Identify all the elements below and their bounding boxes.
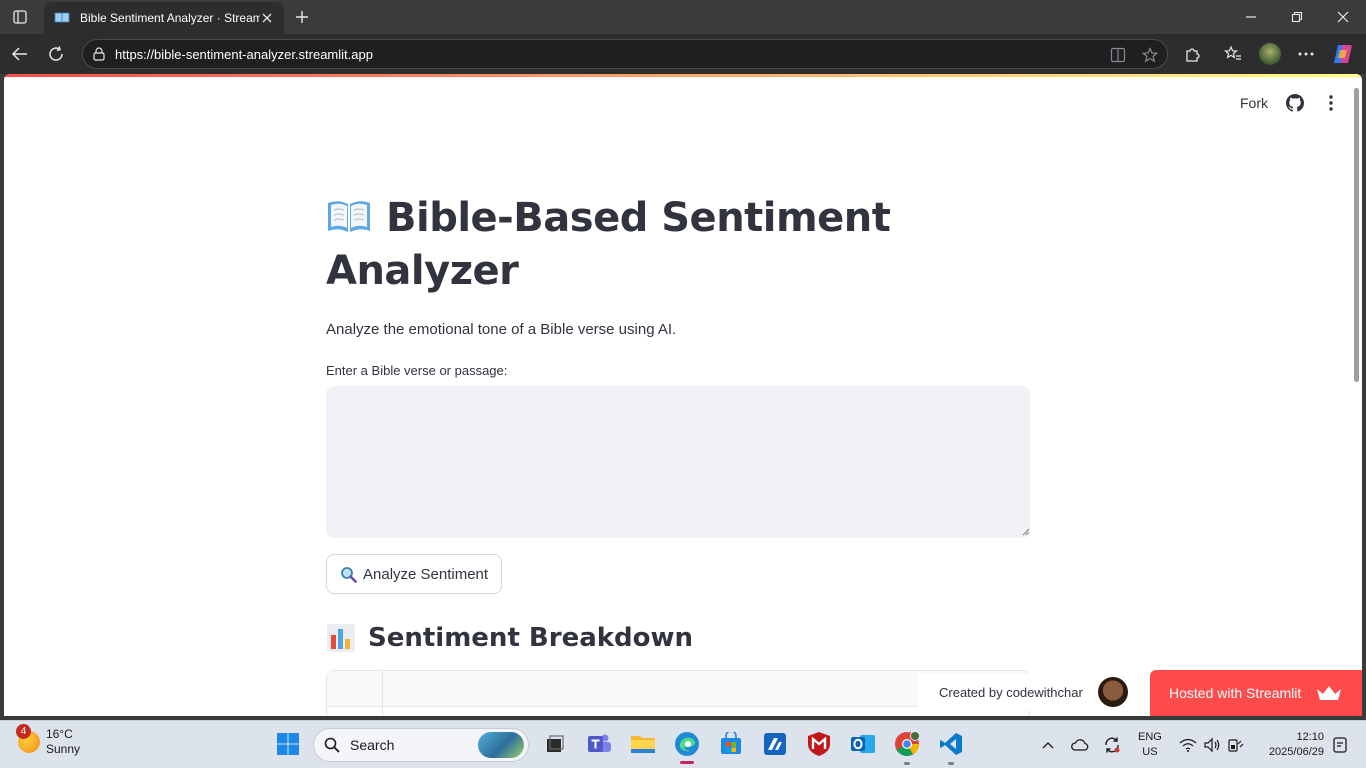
vscode-running-indicator — [948, 762, 954, 765]
address-bar[interactable]: https://bible-sentiment-analyzer.streaml… — [82, 39, 1168, 69]
clock-date: 2025/06/29 — [1268, 746, 1324, 758]
taskbar: 4 16°C Sunny Search ENG US 12:10 2025/06… — [0, 720, 1366, 768]
extensions-icon[interactable] — [1182, 43, 1204, 65]
sentiment-breakdown-title: Sentiment Breakdown — [368, 623, 694, 653]
weather-text: 16°C Sunny — [46, 727, 80, 757]
close-icon[interactable] — [259, 10, 275, 26]
analyze-sentiment-button[interactable]: Analyze Sentiment — [326, 554, 503, 594]
page-title-text: Bible-Based Sentiment Analyzer — [326, 195, 891, 294]
streamlit-crown-icon — [1317, 686, 1341, 700]
task-view-icon[interactable] — [540, 730, 568, 758]
sentiment-table-index-divider — [382, 671, 383, 716]
volume-icon[interactable] — [1202, 735, 1222, 755]
site-info-icon[interactable] — [91, 46, 107, 62]
windows-start-icon[interactable] — [274, 730, 302, 758]
main-content: Bible-Based Sentiment Analyzer Analyze t… — [326, 192, 1032, 716]
browser-navbar: https://bible-sentiment-analyzer.streaml… — [0, 34, 1366, 74]
new-tab-icon[interactable] — [292, 7, 312, 27]
browser-tab[interactable]: Bible Sentiment Analyzer · Streamlit — [44, 2, 284, 34]
search-highlight-image — [478, 732, 524, 758]
back-icon[interactable] — [9, 43, 31, 65]
clock-time: 12:10 — [1296, 731, 1324, 743]
sentiment-breakdown-heading: Sentiment Breakdown — [326, 623, 1032, 653]
weather-widget[interactable]: 4 16°C Sunny — [16, 724, 80, 757]
taskbar-search[interactable]: Search — [313, 728, 529, 762]
restore-icon[interactable] — [1274, 5, 1320, 29]
edge-active-indicator — [680, 761, 694, 764]
microsoft-store-icon[interactable] — [717, 730, 745, 758]
edge-icon[interactable] — [673, 730, 701, 758]
search-icon — [324, 737, 340, 753]
weather-badge: 4 — [16, 724, 31, 739]
kebab-menu-icon[interactable] — [1322, 94, 1340, 112]
weather-temperature: 16°C — [46, 727, 73, 741]
favorites-icon[interactable] — [1222, 43, 1244, 65]
outlook-icon[interactable] — [849, 730, 877, 758]
chrome-running-indicator — [904, 762, 910, 765]
page-subtitle: Analyze the emotional tone of a Bible ve… — [326, 321, 677, 338]
more-icon[interactable] — [1295, 43, 1317, 65]
streamlit-decoration-bar — [4, 74, 1362, 77]
page-viewport: Fork Bible-Based Sentiment Analyzer Anal… — [4, 74, 1362, 716]
verse-input-wrapper — [326, 386, 1032, 538]
url-text: https://bible-sentiment-analyzer.streaml… — [115, 47, 373, 62]
sunny-weather-icon: 4 — [16, 724, 40, 753]
language-indicator[interactable]: ENG US — [1138, 730, 1162, 760]
bar-chart-icon — [327, 624, 355, 652]
hosted-text: Hosted with Streamlit — [1169, 685, 1302, 701]
app-icon[interactable] — [761, 730, 789, 758]
verse-input-label: Enter a Bible verse or passage: — [326, 363, 508, 378]
created-by-badge[interactable]: Created by codewithchar — [918, 674, 1128, 710]
teams-icon[interactable] — [585, 730, 613, 758]
taskbar-search-placeholder: Search — [350, 737, 395, 753]
book-favicon-icon — [54, 10, 70, 26]
weather-condition: Sunny — [46, 742, 81, 756]
taskbar-clock[interactable]: 12:10 2025/06/29 — [1258, 730, 1324, 760]
sync-icon[interactable] — [1102, 735, 1122, 755]
tab-actions-icon[interactable] — [9, 7, 31, 27]
analyze-sentiment-label: Analyze Sentiment — [363, 565, 489, 583]
battery-icon[interactable] — [1226, 735, 1246, 755]
fork-button[interactable]: Fork — [1240, 95, 1268, 111]
page-scrollbar[interactable] — [1354, 88, 1359, 382]
vscode-icon[interactable] — [937, 730, 965, 758]
page-title: Bible-Based Sentiment Analyzer — [326, 192, 1032, 298]
file-explorer-icon[interactable] — [629, 730, 657, 758]
notifications-icon[interactable] — [1330, 735, 1350, 755]
open-book-icon — [328, 201, 370, 232]
copilot-icon[interactable] — [1332, 43, 1354, 65]
chevron-up-icon[interactable] — [1038, 735, 1058, 755]
magnifying-glass-icon — [341, 566, 357, 583]
mcafee-icon[interactable] — [805, 730, 833, 758]
language-region: US — [1142, 746, 1158, 758]
refresh-icon[interactable] — [45, 43, 67, 65]
profile-avatar[interactable] — [1259, 43, 1281, 65]
browser-titlebar: Bible Sentiment Analyzer · Streamlit — [0, 0, 1366, 34]
language-code: ENG — [1138, 731, 1162, 743]
streamlit-toolbar: Fork — [1240, 92, 1340, 114]
chrome-icon[interactable] — [893, 730, 921, 758]
resize-grip-icon[interactable] — [1022, 528, 1030, 536]
wifi-icon[interactable] — [1178, 735, 1198, 755]
creator-avatar — [1098, 677, 1128, 707]
split-screen-icon[interactable] — [1109, 46, 1127, 64]
minimize-icon[interactable] — [1228, 5, 1274, 29]
favorite-star-icon[interactable] — [1141, 46, 1159, 64]
window-close-icon[interactable] — [1320, 5, 1366, 29]
tab-title: Bible Sentiment Analyzer · Streamlit — [80, 11, 260, 25]
cloud-sync-icon[interactable] — [1070, 735, 1090, 755]
github-icon[interactable] — [1286, 94, 1304, 112]
created-by-text: Created by codewithchar — [939, 684, 1083, 700]
verse-input[interactable] — [326, 386, 1030, 538]
hosted-with-streamlit-badge[interactable]: Hosted with Streamlit — [1150, 670, 1362, 716]
